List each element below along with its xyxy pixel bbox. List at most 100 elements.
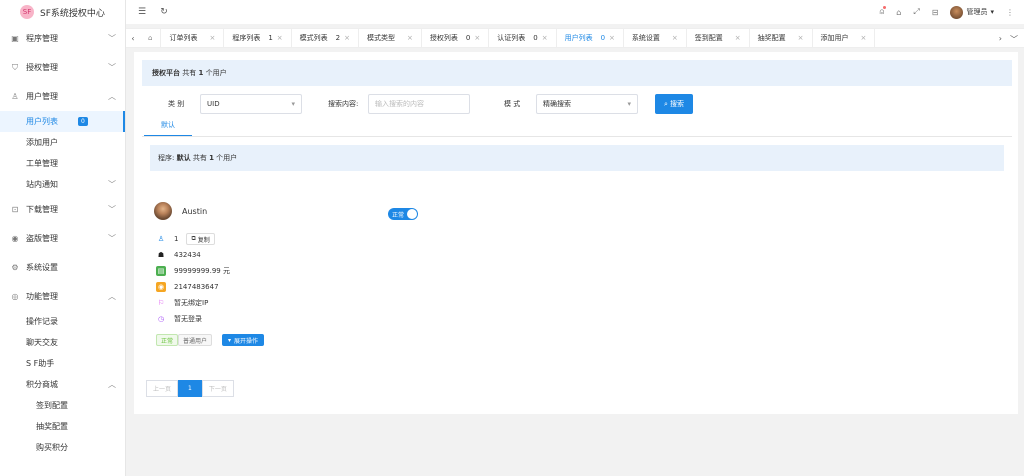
close-icon[interactable]: × (672, 34, 678, 42)
sidebar-item-buy-points[interactable]: 购买积分 (0, 437, 125, 458)
tab-default[interactable]: 默认 (144, 120, 192, 137)
sidebar-item-label: 授权管理 (26, 63, 58, 72)
divider (142, 136, 1012, 137)
download-icon: ⊡ (11, 205, 19, 214)
close-icon[interactable]: × (277, 34, 283, 42)
platform-summary: 授权平台 共有 1 个用户 (142, 60, 1012, 86)
menu-toggle-icon[interactable]: ☰ (136, 7, 148, 17)
tab-signin-config[interactable]: 签到配置 × (687, 28, 750, 48)
copy-button[interactable]: ⧉ 复制 (186, 233, 215, 245)
sidebar: SF SF系统授权中心 ▣ 程序管理 ﹀ ⛉ 授权管理 ﹀ ♙ 用户管理 ︿ 用… (0, 0, 126, 476)
next-page-button[interactable]: 下一页 (201, 380, 234, 397)
close-icon[interactable]: × (474, 34, 480, 42)
chevron-up-icon: ︿ (108, 92, 116, 101)
close-icon[interactable]: × (209, 34, 215, 42)
tab-user-list[interactable]: 用户列表 0 × (557, 28, 624, 48)
tab-certs[interactable]: 认证列表 0 × (489, 28, 557, 48)
summary-prefix: 授权平台 (152, 69, 180, 77)
search-button[interactable]: ⌕ 搜索 (655, 94, 693, 114)
sidebar-item-add-user[interactable]: 添加用户 (0, 132, 125, 153)
close-icon[interactable]: × (861, 34, 867, 42)
qq-icon: ☗ (157, 251, 165, 259)
admin-label: 管理员 (966, 8, 988, 16)
more-icon[interactable]: ⋮ (1006, 8, 1014, 17)
topbar: ☰ ↻ ⍝ ⌂ ⤢ ⊟ 管理员 ▾ ⋮ (126, 0, 1024, 24)
tab-label: 添加用户 (820, 34, 849, 42)
close-icon[interactable]: × (407, 34, 413, 42)
sidebar-item-downloads[interactable]: ⊡ 下载管理 ﹀ (0, 195, 125, 224)
sidebar-item-program[interactable]: ▣ 程序管理 ﹀ (0, 24, 125, 53)
category-select[interactable]: UID ▾ (200, 94, 302, 114)
tab-label: 模式列表 (299, 34, 328, 42)
toggle-knob (407, 209, 417, 219)
program-count: 1 (209, 154, 214, 162)
refresh-icon[interactable]: ↻ (158, 7, 170, 17)
program-name: 默认 (176, 154, 191, 162)
expand-actions-button[interactable]: ▾ 展开操作 (222, 334, 265, 346)
gear-icon: ⚙ (11, 263, 19, 272)
prev-page-button[interactable]: 上一页 (146, 380, 179, 397)
status-toggle[interactable]: 正常 (388, 208, 418, 220)
tab-orders[interactable]: 订单列表 × (161, 28, 225, 48)
app-logo[interactable]: SF SF系统授权中心 (0, 0, 125, 24)
sidebar-item-op-log[interactable]: 操作记录 (0, 311, 125, 332)
balance-value: 99999999.99 元 (174, 267, 230, 275)
tab-label: 认证列表 (497, 34, 526, 42)
app-title: SF系统授权中心 (40, 8, 105, 19)
tag-icon[interactable]: ⌂ (896, 8, 901, 17)
page-1-button[interactable]: 1 (178, 380, 202, 397)
sidebar-item-piracy[interactable]: ◉ 盗版管理 ﹀ (0, 224, 125, 253)
logo-icon: SF (20, 5, 34, 19)
tab-label: 模式类型 (367, 34, 396, 42)
tab-scroll-left-icon[interactable]: ‹ (126, 34, 140, 43)
sidebar-item-label: 购买积分 (36, 443, 68, 452)
tab-home[interactable]: ⌂ (140, 28, 162, 48)
tab-menu-chevron-icon[interactable]: ﹀ (1010, 34, 1018, 45)
tab-scroll-right-icon[interactable]: › (999, 34, 1002, 43)
tab-programs[interactable]: 程序列表 1 × (224, 28, 292, 48)
close-icon[interactable]: × (735, 34, 741, 42)
copy-label: 复制 (197, 236, 210, 244)
search-input[interactable] (368, 94, 470, 114)
summary-count: 1 (198, 69, 204, 77)
pagination: 上一页 1 下一页 (146, 380, 234, 397)
tab-settings[interactable]: 系统设置 × (624, 28, 687, 48)
sidebar-item-user-list[interactable]: 用户列表 0 (0, 111, 125, 132)
sidebar-item-auth[interactable]: ⛉ 授权管理 ﹀ (0, 53, 125, 82)
tab-modes[interactable]: 模式列表 2 × (292, 28, 360, 48)
sidebar-item-notices[interactable]: 站内通知 ﹀ (0, 174, 125, 195)
lock-icon[interactable]: ⊟ (932, 8, 939, 17)
copy-icon: ⧉ (191, 235, 196, 242)
sidebar-item-lottery-config[interactable]: 抽奖配置 (0, 416, 125, 437)
sidebar-item-chat[interactable]: 聊天交友 (0, 332, 125, 353)
sidebar-item-signin-config[interactable]: 签到配置 (0, 395, 125, 416)
sidebar-item-assistant[interactable]: S F助手 (0, 353, 125, 374)
sidebar-item-mall[interactable]: 积分商城 ︿ (0, 374, 125, 395)
uid-value: 1 (174, 235, 179, 243)
sidebar-item-label: 积分商城 (26, 380, 58, 389)
sidebar-item-users[interactable]: ♙ 用户管理 ︿ (0, 82, 125, 111)
sidebar-item-label: 功能管理 (26, 292, 58, 301)
mode-select[interactable]: 精确搜索 ▾ (536, 94, 638, 114)
admin-menu[interactable]: 管理员 ▾ (950, 5, 994, 19)
sidebar-item-label: 添加用户 (26, 138, 58, 147)
tab-add-user[interactable]: 添加用户 × (813, 28, 876, 48)
bell-icon[interactable]: ⍝ (879, 6, 887, 17)
tab-label: 签到配置 (694, 34, 723, 42)
tab-mode-types[interactable]: 模式类型 × (359, 28, 422, 48)
search-label: 搜索内容: (328, 100, 359, 108)
close-icon[interactable]: × (609, 34, 615, 42)
function-icon: ◎ (11, 292, 19, 301)
tab-label: 授权列表 (429, 34, 458, 42)
sidebar-item-settings[interactable]: ⚙ 系统设置 (0, 253, 125, 282)
fullscreen-icon[interactable]: ⤢ (913, 7, 919, 17)
tab-lottery-config[interactable]: 抽奖配置 × (750, 28, 813, 48)
sidebar-item-tickets[interactable]: 工单管理 (0, 153, 125, 174)
close-icon[interactable]: × (344, 34, 350, 42)
login-row: ◷ 暂无登录 (156, 312, 202, 326)
tab-licenses[interactable]: 授权列表 0 × (422, 28, 490, 48)
sidebar-item-functions[interactable]: ◎ 功能管理 ︿ (0, 282, 125, 311)
sidebar-item-label: 工单管理 (26, 159, 58, 168)
close-icon[interactable]: × (542, 34, 548, 42)
close-icon[interactable]: × (798, 34, 804, 42)
